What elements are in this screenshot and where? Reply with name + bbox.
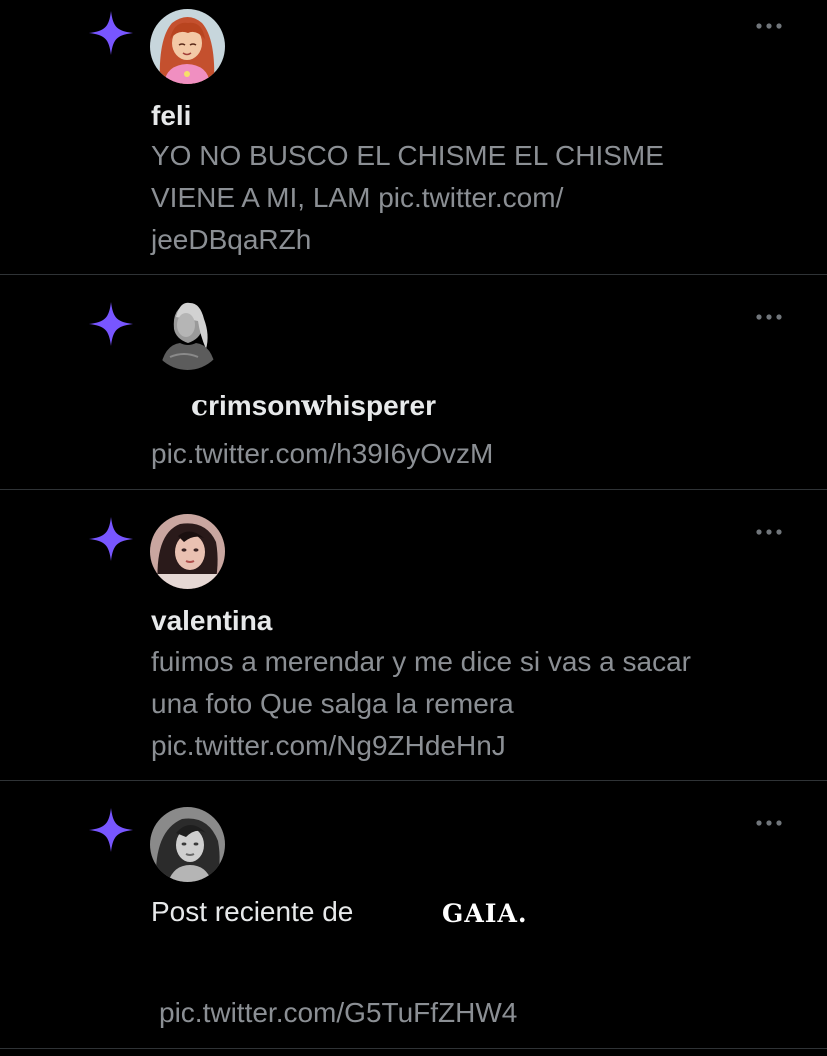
username[interactable]: valentina (151, 605, 272, 637)
sparkle-icon (89, 302, 133, 346)
sparkle-icon (89, 808, 133, 852)
media-link[interactable]: pic.twitter.com/Ng9ZHdeHnJ (151, 730, 506, 761)
feed-item[interactable]: valentina fuimos a merendar y me dice si… (0, 490, 827, 781)
notifications-feed: feli YO NO BUSCO EL CHISME EL CHISME VIE… (0, 0, 827, 1056)
post-text: YO NO BUSCO EL CHISME EL CHISME VIENE A … (151, 135, 791, 261)
feed-item[interactable]: feli YO NO BUSCO EL CHISME EL CHISME VIE… (0, 0, 827, 275)
username[interactable]: GAIA. (442, 899, 528, 928)
media-link[interactable]: pic.twitter.com/ (378, 182, 563, 213)
post-text-line: VIENE A MI, LAM pic.twitter.com/ (151, 177, 791, 219)
username-part: c (191, 389, 209, 422)
post-text-line: pic.twitter.com/Ng9ZHdeHnJ (151, 725, 791, 767)
sparkle-icon (89, 517, 133, 561)
post-text: pic.twitter.com/G5TuFfZHW4 (159, 992, 799, 1034)
sparkle-icon (89, 11, 133, 55)
avatar[interactable] (150, 514, 225, 589)
media-link-continued[interactable]: jeeDBqaRZh (151, 224, 311, 255)
more-options-icon[interactable] (750, 309, 788, 325)
feed-item[interactable]: crimsonwhisperer pic.twitter.com/h39I6yO… (0, 275, 827, 490)
recent-post-label: Post reciente de (151, 896, 354, 927)
avatar[interactable] (150, 9, 225, 84)
media-link[interactable]: pic.twitter.com/h39I6yOvzM (151, 438, 493, 469)
more-options-icon[interactable] (750, 815, 788, 831)
post-text-line: YO NO BUSCO EL CHISME EL CHISME (151, 140, 664, 171)
avatar[interactable] (150, 295, 225, 370)
post-text-line: una foto Que salga la remera (151, 688, 514, 719)
avatar[interactable] (150, 807, 225, 882)
post-text-line: jeeDBqaRZh (151, 219, 791, 261)
post-text-line: fuimos a merendar y me dice si vas a sac… (151, 646, 691, 677)
username-part: hisperer (325, 390, 437, 421)
more-options-icon[interactable] (750, 524, 788, 540)
media-link[interactable]: pic.twitter.com/G5TuFfZHW4 (159, 997, 517, 1028)
username[interactable]: crimsonwhisperer (191, 389, 436, 422)
post-text: fuimos a merendar y me dice si vas a sac… (151, 641, 791, 767)
post-text: pic.twitter.com/h39I6yOvzM (151, 433, 791, 475)
username-part: rimson (208, 390, 302, 421)
username[interactable]: feli (151, 100, 191, 132)
feed-item[interactable]: Post reciente de GAIA. pic.twitter.com/G… (0, 781, 827, 1049)
post-text-fragment: VIENE A MI, LAM (151, 182, 379, 213)
more-options-icon[interactable] (750, 18, 788, 34)
username-part: w (301, 389, 326, 422)
